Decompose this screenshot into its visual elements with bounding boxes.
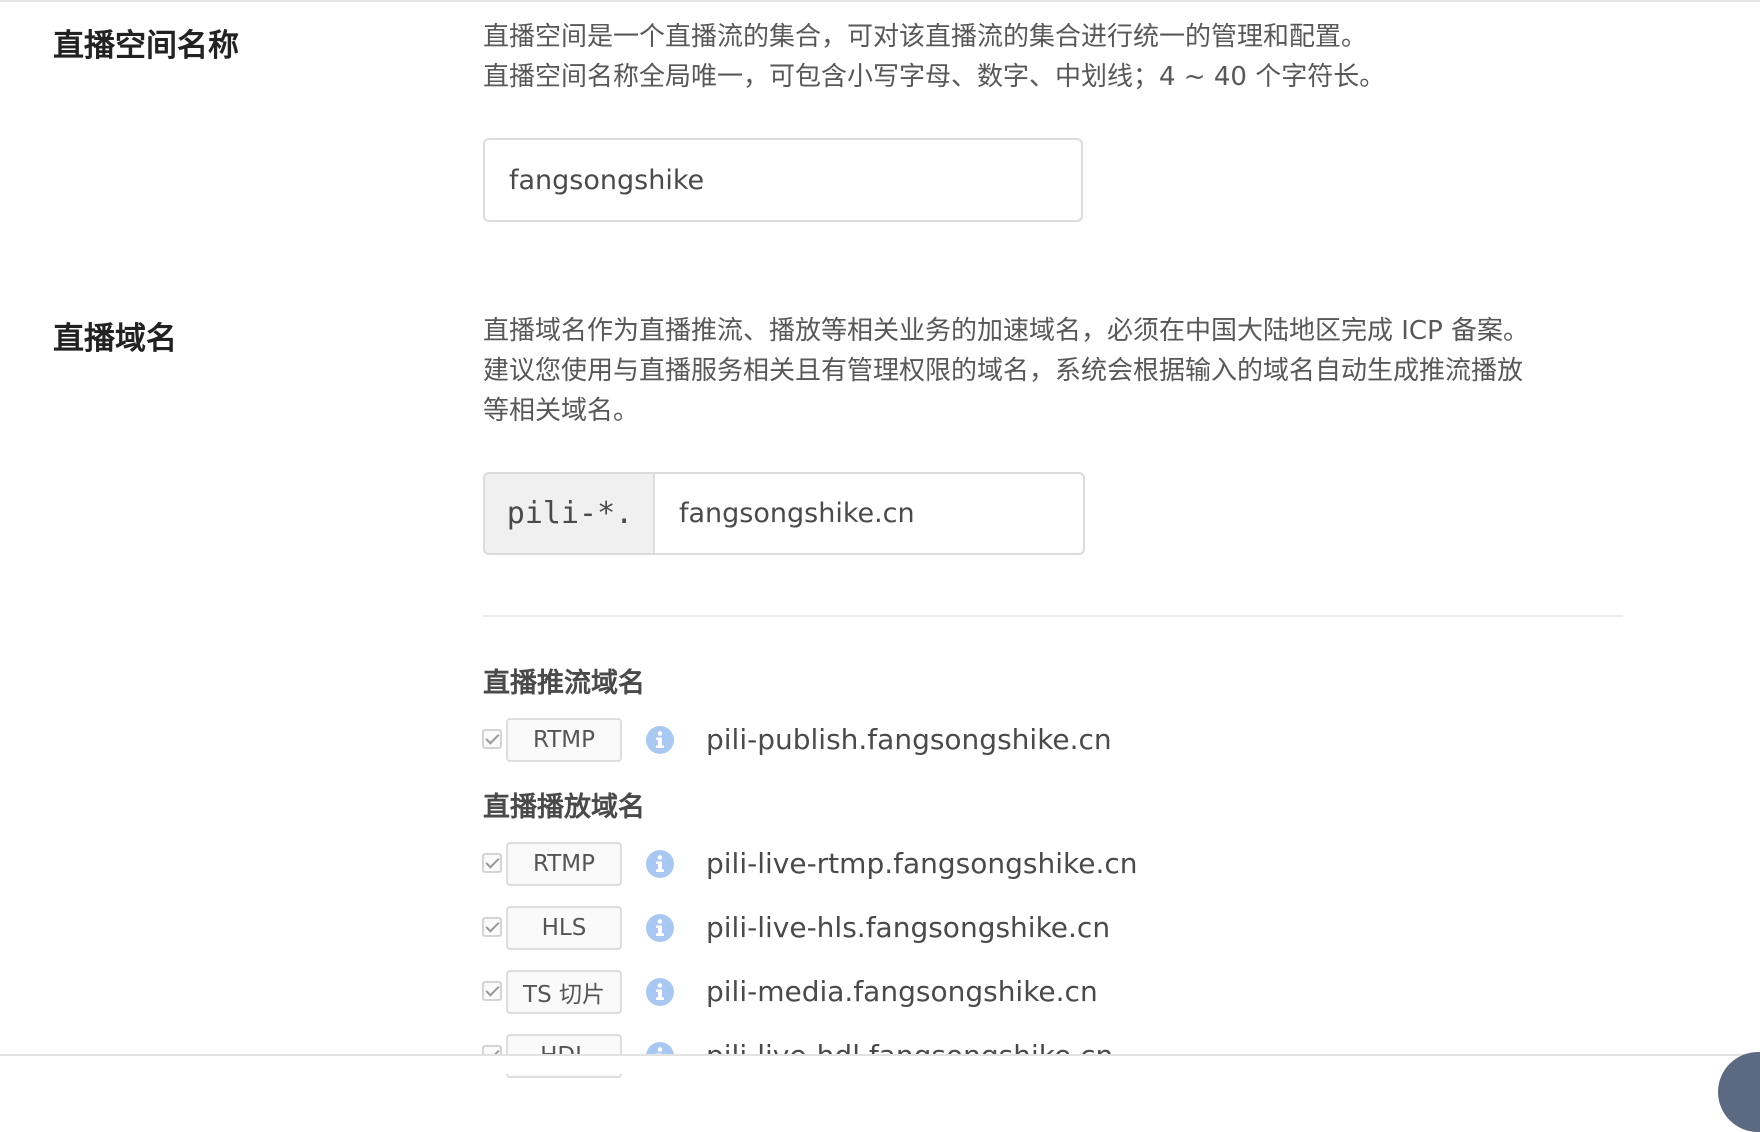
info-icon[interactable] (646, 726, 674, 754)
domain-title: 直播域名 (53, 321, 177, 357)
domain-value: pili-publish.fangsongshike.cn (706, 723, 1112, 756)
section-divider (483, 615, 1623, 617)
space-name-desc-line1: 直播空间是一个直播流的集合，可对该直播流的集合进行统一的管理和配置。 (483, 22, 1368, 52)
info-icon[interactable] (646, 914, 674, 942)
protocol-tag: RTMP (506, 842, 622, 886)
protocol-tag: HLS (506, 906, 622, 950)
publish-domains-title: 直播推流域名 (483, 668, 645, 699)
top-divider (0, 0, 1760, 2)
play-hls-checkbox[interactable] (482, 917, 502, 937)
protocol-tag: RTMP (506, 718, 622, 762)
space-name-desc-line2: 直播空间名称全局唯一，可包含小写字母、数字、中划线；4 ~ 40 个字符长。 (483, 62, 1386, 92)
domain-desc-line3: 等相关域名。 (483, 396, 640, 426)
domain-value: pili-live-hls.fangsongshike.cn (706, 911, 1111, 944)
publish-rtmp-checkbox[interactable] (482, 729, 502, 749)
domain-prefix-addon: pili-*. (483, 472, 655, 555)
play-domains-title: 直播播放域名 (483, 792, 645, 823)
space-name-title: 直播空间名称 (53, 28, 239, 64)
list-item: HLS pili-live-hls.fangsongshike.cn (482, 906, 1182, 950)
domain-desc-line1: 直播域名作为直播推流、播放等相关业务的加速域名，必须在中国大陆地区完成 ICP … (483, 316, 1530, 346)
protocol-tag: TS 切片 (506, 970, 622, 1014)
play-rtmp-checkbox[interactable] (482, 853, 502, 873)
space-name-input[interactable] (483, 138, 1083, 222)
list-item: TS 切片 pili-media.fangsongshike.cn (482, 970, 1182, 1014)
play-ts-checkbox[interactable] (482, 981, 502, 1001)
info-icon[interactable] (646, 850, 674, 878)
bottom-bar (0, 1054, 1760, 1074)
list-item: RTMP pili-publish.fangsongshike.cn (482, 718, 1182, 762)
domain-value: pili-media.fangsongshike.cn (706, 975, 1098, 1008)
info-icon[interactable] (646, 978, 674, 1006)
domain-value: pili-live-rtmp.fangsongshike.cn (706, 847, 1138, 880)
domain-desc-line2: 建议您使用与直播服务相关且有管理权限的域名，系统会根据输入的域名自动生成推流播放 (483, 356, 1524, 386)
list-item: RTMP pili-live-rtmp.fangsongshike.cn (482, 842, 1182, 886)
domain-input[interactable] (653, 472, 1085, 555)
